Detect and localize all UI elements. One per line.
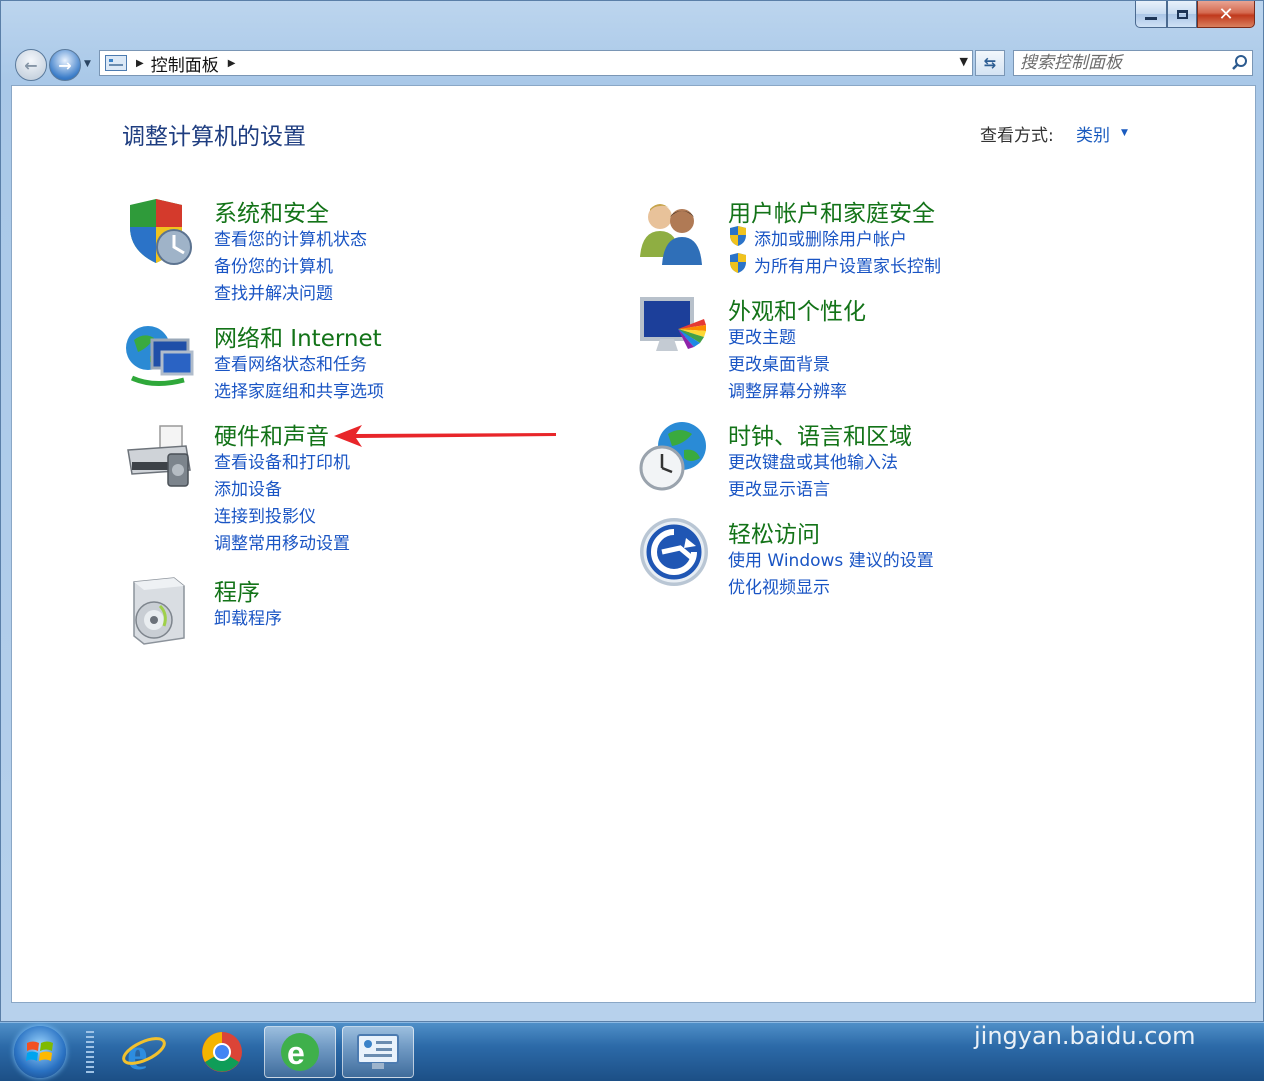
- breadcrumb-control-panel[interactable]: 控制面板: [151, 51, 219, 76]
- view-by-dropdown[interactable]: 类别: [1076, 121, 1110, 146]
- link-network-status[interactable]: 查看网络状态和任务: [214, 350, 367, 375]
- refresh-button[interactable]: ⇆: [975, 50, 1005, 76]
- control-panel-icon: [357, 1034, 399, 1069]
- address-bar[interactable]: ▶ 控制面板 ▶ ▼: [99, 50, 973, 76]
- breadcrumb-chevron-icon[interactable]: ▶: [136, 58, 144, 69]
- users-icon[interactable]: [638, 197, 710, 269]
- close-button[interactable]: ✕: [1197, 1, 1255, 28]
- taskbar-control-panel-button[interactable]: [342, 1026, 414, 1078]
- link-uninstall-program[interactable]: 卸载程序: [214, 604, 282, 629]
- annotation-arrow: [334, 425, 556, 447]
- link-keyboard-input[interactable]: 更改键盘或其他输入法: [728, 448, 898, 473]
- breadcrumb-chevron-icon[interactable]: ▶: [228, 58, 236, 69]
- close-icon: ✕: [1218, 3, 1234, 25]
- page-title: 调整计算机的设置: [122, 124, 306, 150]
- uac-shield-icon: [730, 253, 746, 273]
- maximize-button[interactable]: [1167, 1, 1197, 28]
- category-title-appearance[interactable]: 外观和个性化: [728, 292, 866, 326]
- ease-of-access-icon[interactable]: [638, 518, 710, 590]
- view-by-label: 查看方式:: [980, 126, 1054, 146]
- minimize-icon: [1145, 16, 1157, 20]
- link-mobility-settings[interactable]: 调整常用移动设置: [214, 529, 350, 554]
- link-add-device[interactable]: 添加设备: [214, 475, 282, 500]
- refresh-icon: ⇆: [983, 54, 997, 72]
- watermark-url: jingyan.baidu.com: [974, 1022, 1196, 1050]
- printer-icon[interactable]: [124, 420, 196, 492]
- arrow-left-icon: ←: [24, 55, 38, 75]
- link-view-computer-status[interactable]: 查看您的计算机状态: [214, 225, 367, 250]
- svg-text:e: e: [287, 1035, 305, 1071]
- uac-shield-icon: [730, 226, 746, 246]
- link-screen-resolution[interactable]: 调整屏幕分辨率: [728, 377, 847, 402]
- category-title-hardware-sound[interactable]: 硬件和声音: [214, 417, 329, 451]
- taskbar-chrome-button[interactable]: [186, 1026, 258, 1078]
- search-box[interactable]: [1013, 50, 1253, 76]
- watermark-logo: Baidu经验: [968, 951, 1205, 1002]
- category-title-user-accounts[interactable]: 用户帐户和家庭安全: [728, 194, 935, 228]
- svg-text:e: e: [127, 1029, 147, 1075]
- minimize-button[interactable]: [1135, 1, 1167, 28]
- link-homegroup-sharing[interactable]: 选择家庭组和共享选项: [214, 377, 384, 402]
- link-desktop-background[interactable]: 更改桌面背景: [728, 350, 830, 375]
- category-title-programs[interactable]: 程序: [214, 573, 260, 607]
- clock-globe-icon[interactable]: [638, 420, 710, 492]
- link-add-remove-accounts[interactable]: 添加或删除用户帐户: [754, 225, 907, 250]
- window-caption-buttons: ✕: [1135, 1, 1255, 29]
- taskbar-ie-button[interactable]: e: [108, 1026, 180, 1078]
- internet-explorer-icon: e: [122, 1029, 166, 1075]
- search-icon[interactable]: [1228, 52, 1252, 74]
- view-by-chevron-icon[interactable]: ▼: [1121, 128, 1128, 138]
- network-globe-icon[interactable]: [124, 322, 196, 394]
- taskbar-grip[interactable]: [86, 1031, 94, 1073]
- back-button[interactable]: ←: [15, 49, 47, 81]
- windows-logo-icon: [26, 1041, 53, 1061]
- address-dropdown-icon[interactable]: ▼: [960, 55, 968, 68]
- start-button[interactable]: [14, 1026, 66, 1078]
- forward-button[interactable]: →: [49, 49, 81, 81]
- category-title-system-security[interactable]: 系统和安全: [214, 194, 329, 228]
- link-troubleshoot[interactable]: 查找并解决问题: [214, 279, 333, 304]
- monitor-palette-icon[interactable]: [638, 295, 710, 367]
- programs-disc-icon[interactable]: [124, 576, 196, 648]
- link-parental-controls[interactable]: 为所有用户设置家长控制: [754, 252, 941, 277]
- link-devices-printers[interactable]: 查看设备和打印机: [214, 448, 350, 473]
- category-title-clock-language-region[interactable]: 时钟、语言和区域: [728, 417, 912, 451]
- chevron-down-icon: ▼: [84, 59, 91, 69]
- maximize-icon: [1176, 9, 1188, 19]
- link-backup-computer[interactable]: 备份您的计算机: [214, 252, 333, 277]
- arrow-right-icon: →: [58, 55, 72, 75]
- baidu-watermark: Baidu经验 jingyan.baidu.com: [968, 940, 1208, 1060]
- search-input[interactable]: [1014, 52, 1228, 74]
- green-browser-icon: e: [281, 1033, 319, 1071]
- link-change-theme[interactable]: 更改主题: [728, 323, 796, 348]
- link-connect-projector[interactable]: 连接到投影仪: [214, 502, 316, 527]
- link-optimize-video[interactable]: 优化视频显示: [728, 573, 830, 598]
- security-shield-icon[interactable]: [124, 197, 196, 269]
- chrome-icon: [202, 1032, 242, 1072]
- content-pane: 调整计算机的设置 查看方式: 类别 ▼ 系统和安全 查看您的计算机状态 备份您的…: [11, 85, 1256, 1003]
- control-panel-window: ✕ ← → ▼ ▶ 控制面板 ▶ ▼ ⇆ 调整计算机的设置 查看方式: 类别 ▼: [0, 0, 1264, 1022]
- taskbar-browser-button[interactable]: e: [264, 1026, 336, 1078]
- category-title-network-internet[interactable]: 网络和 Internet: [214, 319, 382, 353]
- link-display-language[interactable]: 更改显示语言: [728, 475, 830, 500]
- category-title-ease-of-access[interactable]: 轻松访问: [728, 515, 820, 549]
- link-windows-suggested-settings[interactable]: 使用 Windows 建议的设置: [728, 546, 934, 571]
- recent-pages-dropdown[interactable]: ▼: [84, 59, 91, 69]
- control-panel-icon: [105, 55, 127, 71]
